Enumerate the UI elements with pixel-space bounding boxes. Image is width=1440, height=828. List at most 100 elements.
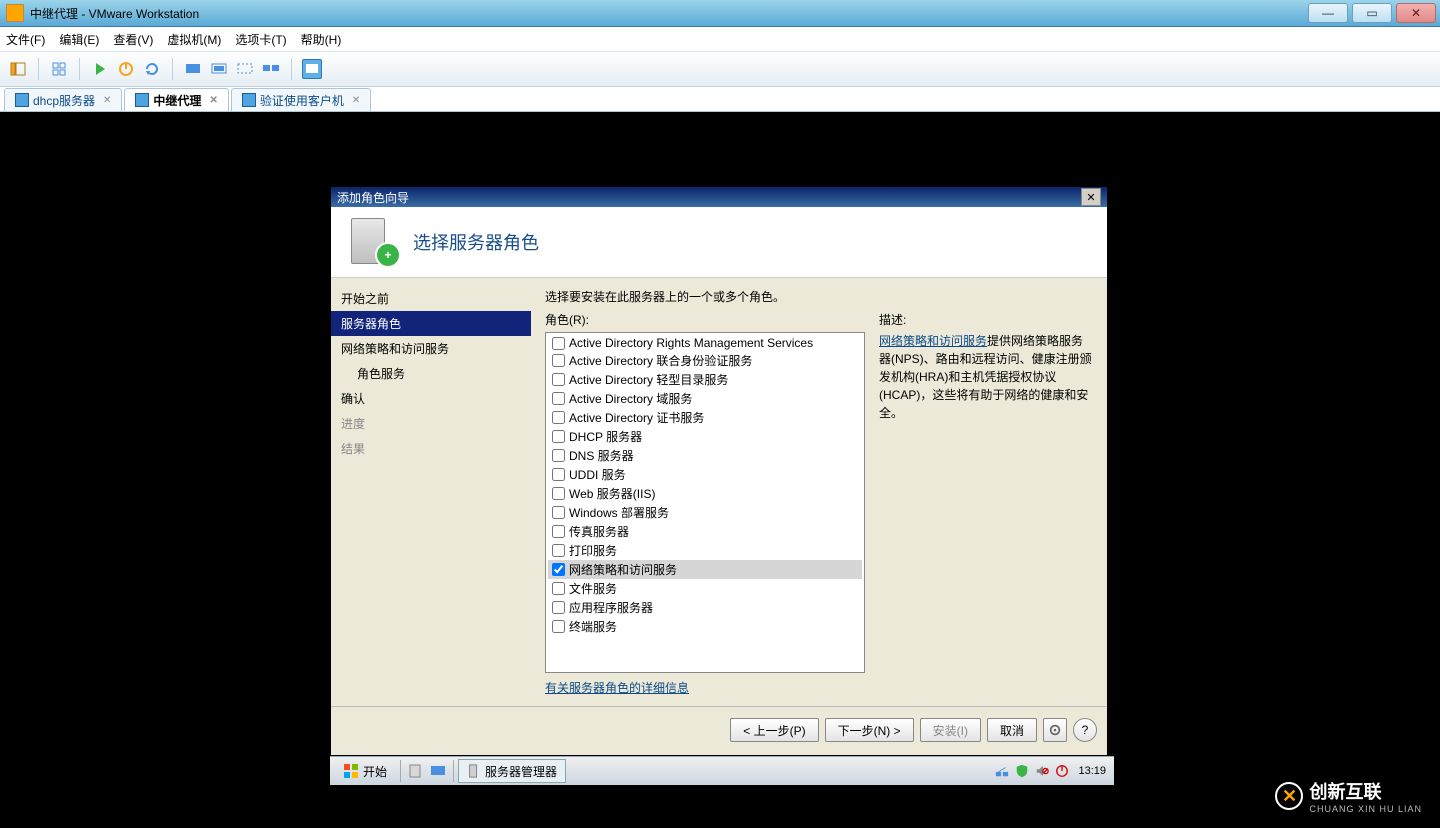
toolbar-power-on-icon[interactable] bbox=[90, 59, 110, 79]
role-checkbox[interactable] bbox=[552, 544, 565, 557]
toolbar-screen2-icon[interactable] bbox=[209, 59, 229, 79]
role-row[interactable]: 网络策略和访问服务 bbox=[548, 560, 862, 579]
role-checkbox[interactable] bbox=[552, 563, 565, 576]
tray-power-icon[interactable] bbox=[1054, 763, 1070, 779]
gear-icon bbox=[1048, 723, 1062, 737]
role-checkbox[interactable] bbox=[552, 601, 565, 614]
roles-column: 角色(R): Active Directory Rights Managemen… bbox=[545, 311, 865, 696]
app-title: 中继代理 - VMware Workstation bbox=[30, 5, 199, 22]
watermark-sub: CHUANG XIN HU LIAN bbox=[1309, 804, 1422, 814]
menu-help[interactable]: 帮助(H) bbox=[301, 31, 342, 48]
role-row[interactable]: 传真服务器 bbox=[548, 522, 862, 541]
tray-sound-icon[interactable] bbox=[1034, 763, 1050, 779]
next-button[interactable]: 下一步(N) > bbox=[825, 718, 914, 742]
toolbar-screen1-icon[interactable] bbox=[183, 59, 203, 79]
quicklaunch-server-manager-icon[interactable] bbox=[405, 761, 427, 781]
role-checkbox[interactable] bbox=[552, 620, 565, 633]
menu-edit[interactable]: 编辑(E) bbox=[59, 31, 99, 48]
tray-shield-icon[interactable] bbox=[1014, 763, 1030, 779]
role-checkbox[interactable] bbox=[552, 487, 565, 500]
role-label: 传真服务器 bbox=[569, 523, 629, 540]
dialog-title: 添加角色向导 bbox=[337, 189, 409, 206]
close-button[interactable]: ✕ bbox=[1396, 3, 1436, 23]
role-checkbox[interactable] bbox=[552, 468, 565, 481]
menu-tabs[interactable]: 选项卡(T) bbox=[235, 31, 286, 48]
role-row[interactable]: Active Directory 联合身份验证服务 bbox=[548, 351, 862, 370]
role-checkbox[interactable] bbox=[552, 525, 565, 538]
toolbar-multimon-icon[interactable] bbox=[261, 59, 281, 79]
dialog-close-button[interactable]: ✕ bbox=[1081, 188, 1101, 206]
server-role-icon: + bbox=[351, 218, 399, 266]
menu-vm[interactable]: 虚拟机(M) bbox=[167, 31, 221, 48]
wizard-step-nap[interactable]: 网络策略和访问服务 bbox=[331, 336, 531, 361]
vmware-toolbar bbox=[0, 52, 1440, 87]
taskbar-clock[interactable]: 13:19 bbox=[1074, 765, 1110, 777]
wizard-step-before[interactable]: 开始之前 bbox=[331, 286, 531, 311]
maximize-button[interactable]: ▭ bbox=[1352, 3, 1392, 23]
wizard-step-confirm[interactable]: 确认 bbox=[331, 386, 531, 411]
roles-list[interactable]: Active Directory Rights Management Servi… bbox=[545, 332, 865, 673]
role-row[interactable]: DNS 服务器 bbox=[548, 446, 862, 465]
description-heading: 描述: bbox=[879, 311, 1093, 328]
role-label: DHCP 服务器 bbox=[569, 428, 642, 445]
role-row[interactable]: UDDI 服务 bbox=[548, 465, 862, 484]
tab-close-icon[interactable]: ✕ bbox=[209, 95, 217, 106]
role-checkbox[interactable] bbox=[552, 373, 565, 386]
role-row[interactable]: Active Directory Rights Management Servi… bbox=[548, 335, 862, 351]
wizard-step-server-roles[interactable]: 服务器角色 bbox=[331, 311, 531, 336]
toolbar-sidebar-icon[interactable] bbox=[8, 59, 28, 79]
toolbar-restart-icon[interactable] bbox=[142, 59, 162, 79]
role-label: 终端服务 bbox=[569, 618, 617, 635]
roles-help-link[interactable]: 有关服务器角色的详细信息 bbox=[545, 679, 865, 696]
vm-tab-label: 验证使用客户机 bbox=[260, 92, 344, 109]
role-checkbox[interactable] bbox=[552, 430, 565, 443]
role-row[interactable]: Active Directory 证书服务 bbox=[548, 408, 862, 427]
role-checkbox[interactable] bbox=[552, 582, 565, 595]
taskbar-app-server-manager[interactable]: 服务器管理器 bbox=[458, 759, 566, 783]
vm-tab-relay[interactable]: 中继代理 ✕ bbox=[124, 88, 228, 111]
tray-network-icon[interactable] bbox=[994, 763, 1010, 779]
tab-close-icon[interactable]: ✕ bbox=[103, 95, 111, 106]
role-checkbox[interactable] bbox=[552, 506, 565, 519]
watermark-logo-icon: ✕ bbox=[1275, 782, 1303, 810]
dialog-header: + 选择服务器角色 bbox=[331, 207, 1107, 278]
role-row[interactable]: 应用程序服务器 bbox=[548, 598, 862, 617]
prev-button[interactable]: < 上一步(P) bbox=[730, 718, 818, 742]
role-row[interactable]: Active Directory 域服务 bbox=[548, 389, 862, 408]
role-label: DNS 服务器 bbox=[569, 447, 634, 464]
role-checkbox[interactable] bbox=[552, 392, 565, 405]
wizard-content: 选择要安装在此服务器上的一个或多个角色。 角色(R): Active Direc… bbox=[531, 278, 1107, 706]
role-checkbox[interactable] bbox=[552, 354, 565, 367]
toolbar-suspend-icon[interactable] bbox=[116, 59, 136, 79]
description-link[interactable]: 网络策略和访问服务 bbox=[879, 334, 987, 348]
role-row[interactable]: 文件服务 bbox=[548, 579, 862, 598]
role-label: 文件服务 bbox=[569, 580, 617, 597]
role-checkbox[interactable] bbox=[552, 337, 565, 350]
toolbar-unity-icon[interactable] bbox=[235, 59, 255, 79]
role-checkbox[interactable] bbox=[552, 449, 565, 462]
role-row[interactable]: Web 服务器(IIS) bbox=[548, 484, 862, 503]
dialog-titlebar[interactable]: 添加角色向导 ✕ bbox=[331, 187, 1107, 207]
toolbar-fullscreen-icon[interactable] bbox=[302, 59, 322, 79]
options-button[interactable] bbox=[1043, 718, 1067, 742]
help-button[interactable]: ? bbox=[1073, 718, 1097, 742]
role-checkbox[interactable] bbox=[552, 411, 565, 424]
role-row[interactable]: Active Directory 轻型目录服务 bbox=[548, 370, 862, 389]
vm-tab-icon bbox=[242, 93, 256, 107]
role-row[interactable]: 打印服务 bbox=[548, 541, 862, 560]
cancel-button[interactable]: 取消 bbox=[987, 718, 1037, 742]
quicklaunch-desktop-icon[interactable] bbox=[427, 761, 449, 781]
role-row[interactable]: Windows 部署服务 bbox=[548, 503, 862, 522]
minimize-button[interactable]: — bbox=[1308, 3, 1348, 23]
role-row[interactable]: DHCP 服务器 bbox=[548, 427, 862, 446]
vmware-app-icon bbox=[6, 4, 24, 22]
vm-tab-dhcp[interactable]: dhcp服务器 ✕ bbox=[4, 88, 122, 111]
start-button[interactable]: 开始 bbox=[334, 759, 396, 783]
role-row[interactable]: 终端服务 bbox=[548, 617, 862, 636]
vm-tab-client[interactable]: 验证使用客户机 ✕ bbox=[231, 88, 371, 111]
menu-view[interactable]: 查看(V) bbox=[113, 31, 153, 48]
wizard-step-role-services[interactable]: 角色服务 bbox=[331, 361, 531, 386]
toolbar-snapshot-icon[interactable] bbox=[49, 59, 69, 79]
menu-file[interactable]: 文件(F) bbox=[6, 31, 45, 48]
tab-close-icon[interactable]: ✕ bbox=[352, 95, 360, 106]
